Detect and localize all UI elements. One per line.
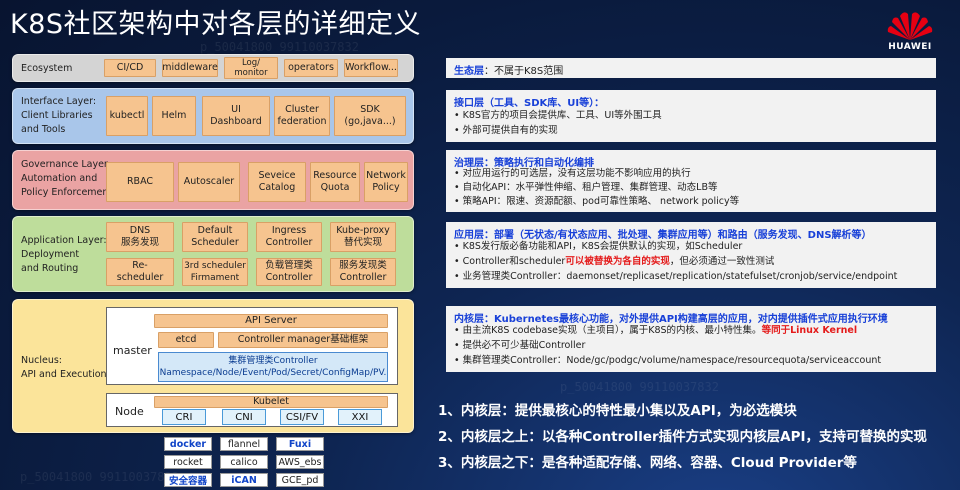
application-item-default-scheduler: Default Scheduler	[182, 222, 248, 252]
api-server: API Server	[154, 314, 388, 328]
ecosystem-item-middleware: middleware	[162, 59, 218, 77]
kubelet: Kubelet	[154, 396, 388, 408]
summary-line-1: 1、内核层：提供最核心的特性最小集以及API，为必选模块	[438, 403, 797, 419]
interface-label: Interface Layer: Client Libraries and To…	[21, 96, 97, 135]
governance-item-resource-quota: Resource Quota	[310, 162, 360, 202]
node-item-cri: CRI	[162, 409, 206, 425]
nucleus-label: Nucleus: API and Execution	[21, 355, 107, 380]
plugin-gce-pd: GCE_pd	[276, 473, 324, 487]
plugin-docker: docker	[164, 437, 212, 451]
panel-application-title: 应用层：部署（无状态/有状态应用、批处理、集群应用等）和路由（服务发现、DNS解…	[454, 230, 872, 241]
plugin-flannel: flannel	[220, 437, 268, 451]
panel-ecosystem: 生态层：不属于K8S范围	[446, 58, 936, 78]
ecosystem-item-operators: operators	[284, 59, 338, 77]
panel-nucleus-bullet: • 集群管理类Controller：Node/gc/podgc/volume/n…	[454, 355, 882, 366]
cluster-management-controller: 集群管理类Controller Namespace/Node/Event/Pod…	[158, 352, 388, 382]
summary-line-3: 3、内核层之下：是各种适配存储、网络、容器、Cloud Provider等	[438, 455, 857, 471]
plugin-aws-ebs: AWS_ebs	[276, 455, 324, 469]
panel-nucleus-title: 内核层：Kubernetes最核心功能，对外提供API构建高层的应用，对内提供插…	[454, 314, 888, 325]
panel-nucleus: 内核层：Kubernetes最核心功能，对外提供API构建高层的应用，对内提供插…	[446, 306, 936, 372]
panel-interface: 接口层（工具、SDK库、UI等）： • K8S官方的项目会提供库、工具、UI等外…	[446, 90, 936, 142]
panel-application-bullet: • 业务管理类Controller：daemonset/replicaset/r…	[454, 271, 898, 282]
panel-ecosystem-title: 生态层：不属于K8S范围	[454, 62, 563, 77]
controller-manager: Controller manager基础框架	[218, 332, 388, 348]
panel-governance-bullet: • 自动化API：水平弹性伸缩、租户管理、集群管理、动态LB等	[454, 182, 718, 193]
plugin-secure-container: 安全容器	[164, 473, 212, 487]
huawei-logo: HUAWEI	[878, 8, 942, 54]
application-item-3rd-scheduler: 3rd scheduler Firmament	[182, 258, 248, 286]
governance-item-network-policy: Network Policy	[364, 162, 408, 202]
panel-interface-bullet: • K8S官方的项目会提供库、工具、UI等外围工具	[454, 110, 662, 121]
panel-nucleus-bullet: • 提供必不可少基础Controller	[454, 340, 586, 351]
master-label: master	[113, 344, 152, 357]
node-item-cni: CNI	[222, 409, 266, 425]
interface-item-helm: Helm	[152, 96, 196, 136]
node-label: Node	[115, 405, 144, 418]
application-label: Application Layer: Deployment and Routin…	[21, 235, 107, 274]
huawei-flower-icon	[887, 12, 933, 40]
application-item-rescheduler: Re- scheduler	[106, 258, 174, 286]
interface-item-kubectl: kubectl	[106, 96, 148, 136]
interface-item-cluster-federation: Cluster federation	[274, 96, 330, 136]
panel-nucleus-bullet: • 由主流K8S codebase实现（主项目），属于K8S的内核、最小特性集。…	[454, 325, 858, 336]
application-item-ingress-controller: Ingress Controller	[256, 222, 322, 252]
ecosystem-item-log-monitor: Log/ monitor	[224, 57, 278, 79]
application-item-kube-proxy: Kube-proxy 替代实现	[330, 222, 396, 252]
summary-line-2: 2、内核层之上：以各种Controller插件方式实现内核层API，支持可替换的…	[438, 429, 928, 445]
interface-item-ui-dashboard: UI Dashboard	[202, 96, 270, 136]
watermark-text: p_50041800 99110037832	[20, 470, 179, 484]
application-item-dns: DNS 服务发现	[106, 222, 174, 252]
application-item-service-discovery-controller: 服务发现类 Controller	[330, 258, 396, 286]
panel-governance: 治理层：策略执行和自动化编排 • 对应用运行的可选层，没有这层功能不影响应用的执…	[446, 150, 936, 212]
node-item-csi-fv: CSI/FV	[280, 409, 324, 425]
panel-application-bullet: • Controller和scheduler可以被替换为各自的实现，但必须通过一…	[454, 256, 775, 267]
ecosystem-item-workflow: Workflow...	[344, 59, 398, 77]
panel-governance-bullet: • 对应用运行的可选层，没有这层功能不影响应用的执行	[454, 168, 691, 179]
etcd: etcd	[158, 332, 214, 348]
panel-interface-title: 接口层（工具、SDK库、UI等）：	[454, 98, 605, 109]
watermark-text: p_50041800 99110037832	[200, 40, 359, 54]
governance-label: Governance Layer: Automation and Policy …	[21, 159, 113, 198]
panel-application: 应用层：部署（无状态/有状态应用、批处理、集群应用等）和路由（服务发现、DNS解…	[446, 222, 936, 288]
slide-title: K8S社区架构中对各层的详细定义	[10, 9, 422, 40]
node-item-xxi: XXI	[338, 409, 382, 425]
plugin-rocket: rocket	[164, 455, 212, 469]
plugin-fuxi: Fuxi	[276, 437, 324, 451]
plugin-calico: calico	[220, 455, 268, 469]
panel-ecosystem-title-strong: 生态层	[454, 66, 484, 77]
governance-item-autoscaler: Autoscaler	[178, 162, 240, 202]
application-item-workload-controller: 负载管理类 Controller	[256, 258, 322, 286]
watermark-text: p_50041800 99110037832	[560, 380, 719, 394]
interface-item-sdk: SDK (go,java...)	[334, 96, 406, 136]
panel-ecosystem-desc: ：不属于K8S范围	[484, 66, 564, 77]
panel-application-bullet: • K8S发行版必备功能和API，K8S会提供默认的实现，如Scheduler	[454, 241, 743, 252]
panel-governance-bullet: • 策略API：限速、资源配额、pod可靠性策略、 network policy…	[454, 196, 740, 207]
panel-interface-bullet: • 外部可提供自有的实现	[454, 125, 558, 136]
governance-item-service-catalog: Seveice Catalog	[248, 162, 306, 202]
plugin-ican: iCAN	[220, 473, 268, 487]
huawei-logo-text: HUAWEI	[888, 42, 932, 52]
ecosystem-item-cicd: CI/CD	[104, 59, 156, 77]
governance-item-rbac: RBAC	[106, 162, 174, 202]
ecosystem-label: Ecosystem	[21, 63, 73, 74]
